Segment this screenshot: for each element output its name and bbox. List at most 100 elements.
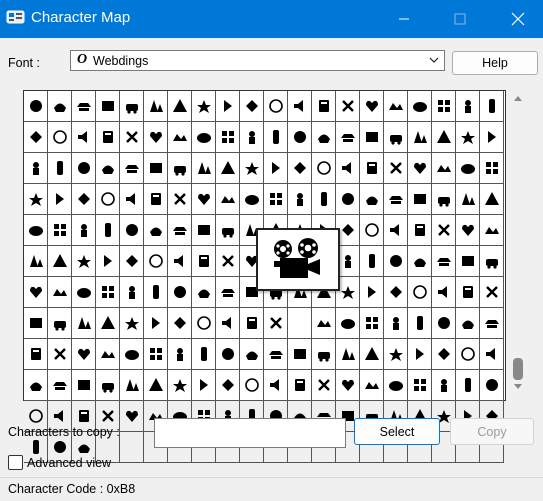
font-dropdown[interactable]: O Webdings (70, 50, 445, 71)
glyph-cell[interactable] (168, 184, 192, 215)
glyph-cell[interactable] (240, 370, 264, 401)
glyph-cell[interactable] (456, 91, 480, 122)
glyph-cell[interactable] (336, 153, 360, 184)
glyph-cell[interactable] (336, 184, 360, 215)
glyph-cell[interactable] (288, 122, 312, 153)
glyph-cell[interactable] (240, 308, 264, 339)
glyph-cell[interactable] (144, 370, 168, 401)
glyph-cell[interactable] (96, 91, 120, 122)
scroll-up-arrow-icon[interactable] (513, 94, 523, 102)
glyph-cell[interactable] (48, 246, 72, 277)
glyph-cell[interactable] (216, 339, 240, 370)
glyph-cell[interactable] (216, 184, 240, 215)
glyph-cell[interactable] (408, 277, 432, 308)
glyph-cell[interactable] (456, 122, 480, 153)
glyph-cell[interactable] (144, 184, 168, 215)
glyph-cell[interactable] (96, 184, 120, 215)
glyph-cell[interactable] (24, 370, 48, 401)
glyph-cell[interactable] (408, 184, 432, 215)
glyph-cell[interactable] (48, 370, 72, 401)
glyph-cell[interactable] (96, 370, 120, 401)
glyph-cell[interactable] (480, 184, 504, 215)
glyph-cell[interactable] (480, 370, 504, 401)
minimize-button[interactable] (381, 0, 427, 38)
glyph-cell[interactable] (432, 246, 456, 277)
glyph-cell[interactable] (120, 215, 144, 246)
glyph-cell[interactable] (432, 184, 456, 215)
glyph-cell[interactable] (384, 339, 408, 370)
glyph-cell[interactable] (48, 215, 72, 246)
glyph-cell[interactable] (288, 370, 312, 401)
glyph-cell[interactable] (384, 277, 408, 308)
glyph-cell[interactable] (216, 308, 240, 339)
glyph-cell[interactable] (72, 277, 96, 308)
glyph-cell[interactable] (480, 308, 504, 339)
glyph-cell[interactable] (144, 122, 168, 153)
glyph-cell[interactable] (24, 246, 48, 277)
glyph-cell[interactable] (192, 184, 216, 215)
glyph-cell[interactable] (144, 91, 168, 122)
glyph-cell[interactable] (408, 122, 432, 153)
glyph-cell[interactable] (384, 246, 408, 277)
glyph-cell[interactable] (408, 91, 432, 122)
glyph-cell[interactable] (144, 215, 168, 246)
glyph-cell[interactable] (72, 215, 96, 246)
glyph-cell[interactable] (384, 370, 408, 401)
glyph-cell[interactable] (384, 308, 408, 339)
glyph-cell[interactable] (72, 339, 96, 370)
glyph-cell[interactable] (360, 184, 384, 215)
glyph-cell[interactable] (456, 215, 480, 246)
glyph-cell[interactable] (408, 153, 432, 184)
glyph-cell[interactable] (24, 184, 48, 215)
glyph-cell[interactable] (48, 277, 72, 308)
glyph-cell[interactable] (48, 308, 72, 339)
glyph-cell[interactable] (240, 184, 264, 215)
glyph-cell[interactable] (72, 91, 96, 122)
advanced-view-label[interactable]: Advanced view (27, 456, 111, 470)
glyph-cell[interactable] (144, 339, 168, 370)
glyph-cell[interactable] (168, 370, 192, 401)
glyph-cell[interactable] (336, 91, 360, 122)
advanced-view-checkbox[interactable] (8, 455, 23, 470)
glyph-cell[interactable] (336, 370, 360, 401)
glyph-cell[interactable] (216, 277, 240, 308)
glyph-cell[interactable] (312, 122, 336, 153)
glyph-cell[interactable] (120, 401, 144, 432)
glyph-cell[interactable] (288, 91, 312, 122)
glyph-cell[interactable] (312, 370, 336, 401)
glyph-cell[interactable] (24, 91, 48, 122)
glyph-cell[interactable] (24, 122, 48, 153)
glyph-cell[interactable] (432, 370, 456, 401)
glyph-cell[interactable] (24, 215, 48, 246)
glyph-cell[interactable] (384, 91, 408, 122)
glyph-cell[interactable] (240, 153, 264, 184)
glyph-cell[interactable] (24, 153, 48, 184)
glyph-cell[interactable] (144, 246, 168, 277)
glyph-cell[interactable] (288, 184, 312, 215)
glyph-cell[interactable] (48, 122, 72, 153)
glyph-cell[interactable] (216, 122, 240, 153)
glyph-cell[interactable] (168, 277, 192, 308)
title-bar[interactable]: Character Map (0, 0, 543, 38)
glyph-cell[interactable] (96, 339, 120, 370)
glyph-cell[interactable] (408, 370, 432, 401)
glyph-cell[interactable] (48, 339, 72, 370)
glyph-cell[interactable] (264, 91, 288, 122)
glyph-cell[interactable] (96, 122, 120, 153)
glyph-cell[interactable] (120, 153, 144, 184)
glyph-cell[interactable] (24, 339, 48, 370)
glyph-cell[interactable] (72, 308, 96, 339)
glyph-cell[interactable] (192, 215, 216, 246)
glyph-cell[interactable] (384, 153, 408, 184)
glyph-cell[interactable] (96, 277, 120, 308)
glyph-cell[interactable] (192, 122, 216, 153)
glyph-cell[interactable] (408, 215, 432, 246)
glyph-cell[interactable] (408, 308, 432, 339)
glyph-cell[interactable] (240, 339, 264, 370)
glyph-cell[interactable] (336, 122, 360, 153)
glyph-cell[interactable] (456, 339, 480, 370)
glyph-cell[interactable] (144, 277, 168, 308)
glyph-cell[interactable] (216, 153, 240, 184)
glyph-cell[interactable] (432, 339, 456, 370)
glyph-cell[interactable] (480, 91, 504, 122)
